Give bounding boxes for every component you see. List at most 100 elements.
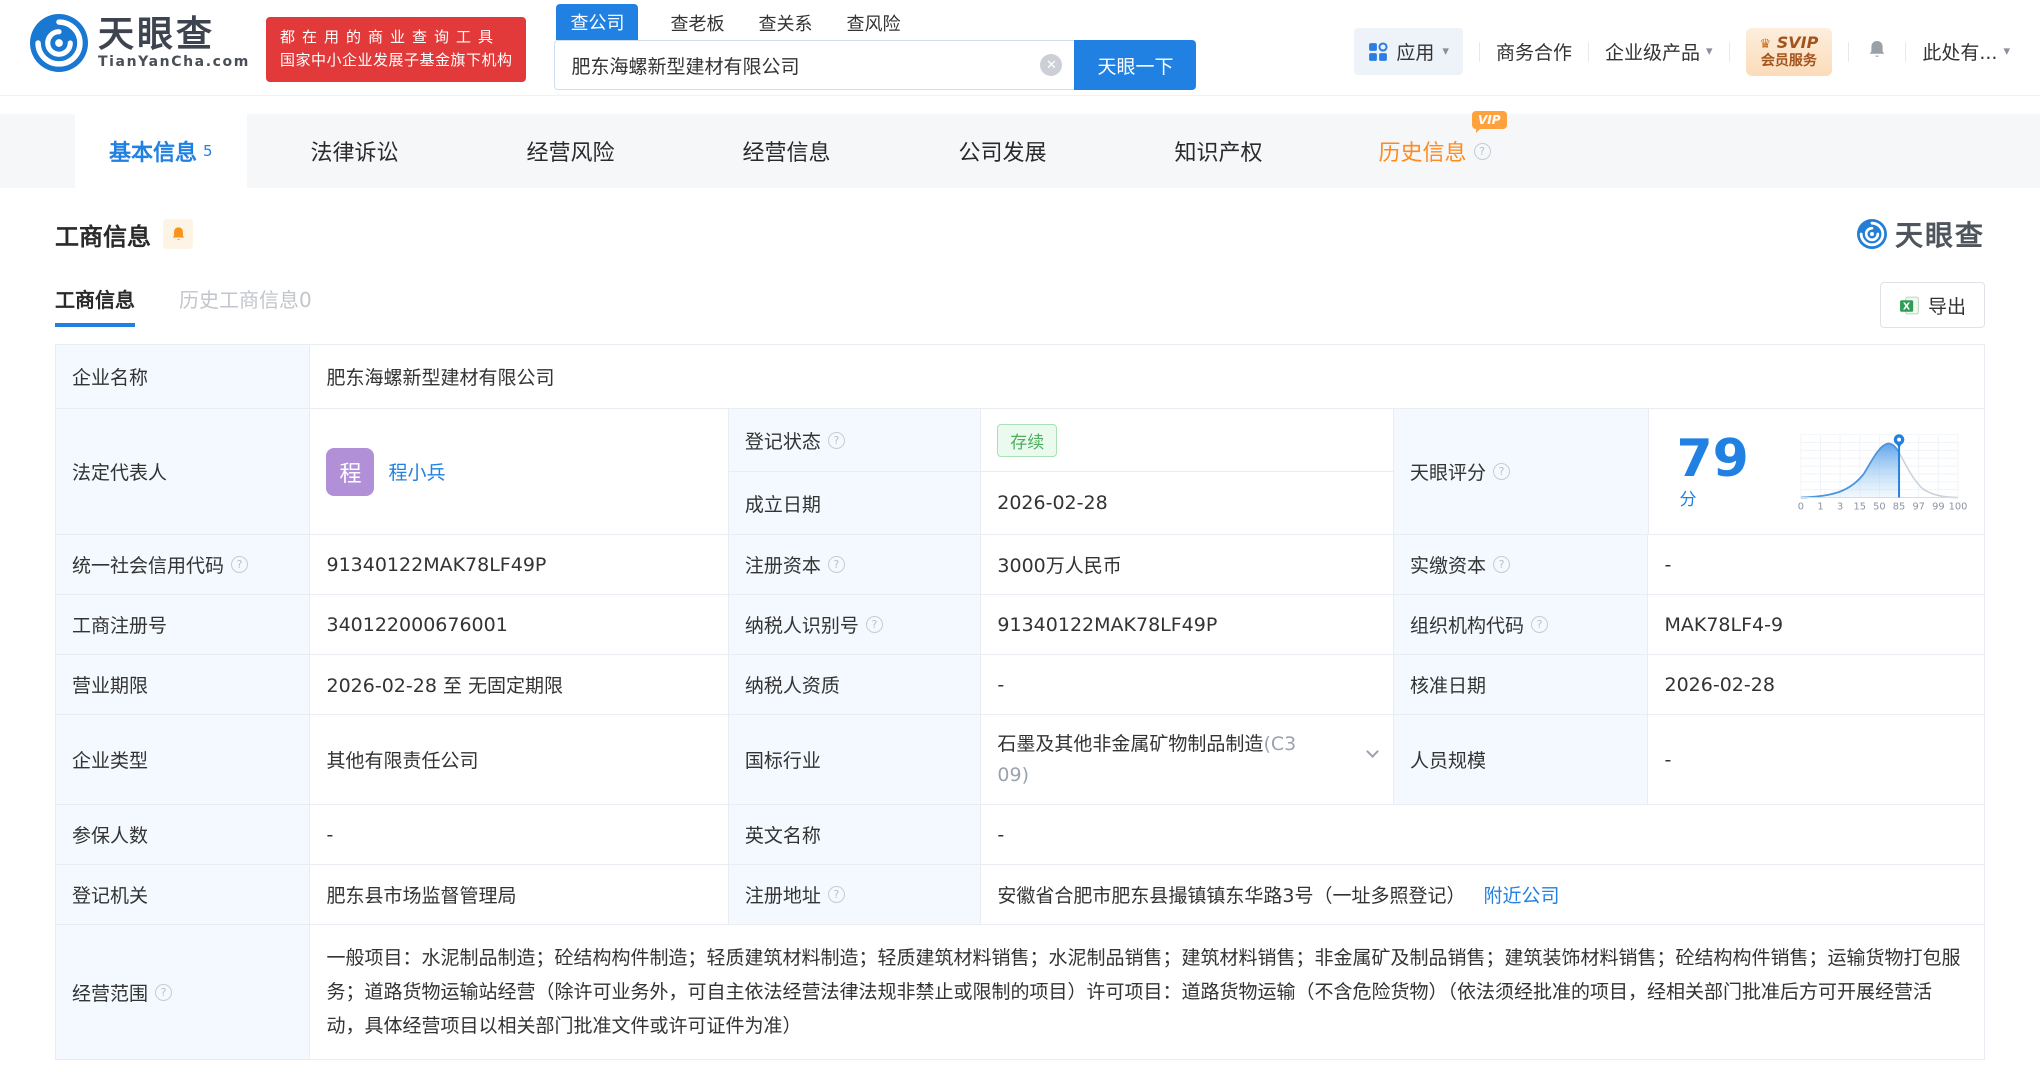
svg-text:X: X [1903, 301, 1911, 312]
legal-rep-avatar[interactable]: 程 [326, 447, 375, 496]
taxpayer-id-label: 纳税人识别号 [744, 615, 859, 637]
help-icon[interactable]: ? [827, 431, 845, 449]
tab-legal-litigation[interactable]: 法律诉讼 [247, 114, 463, 188]
help-icon[interactable]: ? [1473, 142, 1491, 160]
help-icon[interactable]: ? [1531, 616, 1549, 633]
insured-count-value: - [310, 805, 729, 864]
section-title: 工商信息 [55, 222, 151, 251]
reg-capital-value: 3000万人民币 [981, 535, 1394, 594]
excel-icon: X [1900, 296, 1919, 314]
reg-status-label-cell: 登记状态 ? [728, 409, 982, 471]
business-term-label: 营业期限 [56, 655, 311, 714]
reg-authority-label: 登记机关 [56, 865, 311, 924]
legal-rep-link[interactable]: 程小兵 [388, 458, 445, 485]
business-scope-label: 经营范围 [72, 982, 149, 1005]
reg-status-label: 登记状态 [744, 430, 821, 453]
industry-label: 国标行业 [728, 715, 982, 804]
main-content: 工商信息 天眼查 工商信息 历史工商信息0 X 导出 企业名称 肥东海螺新型建材… [0, 188, 2040, 1060]
help-icon[interactable]: ? [865, 616, 883, 633]
search-tab-risk[interactable]: 查风险 [844, 6, 902, 40]
subtab-business-info[interactable]: 工商信息 [55, 284, 135, 327]
enterprise-products-menu[interactable]: 企业级产品 ▾ [1605, 38, 1713, 65]
company-name-label: 企业名称 [56, 345, 311, 408]
help-icon[interactable]: ? [155, 983, 173, 1001]
score-cell: 79分 0 1 3 15 50 85 97 99 100 [1649, 409, 1985, 534]
chevron-down-icon: ▾ [1705, 44, 1713, 60]
table-row: 企业名称 肥东海螺新型建材有限公司 [56, 345, 1984, 409]
table-row: 营业期限 2026-02-28 至 无固定期限 纳税人资质 - 核准日期 202… [56, 655, 1984, 715]
search-button[interactable]: 天眼一下 [1074, 40, 1197, 90]
tab-operation-info[interactable]: 经营信息 [679, 114, 895, 188]
company-type-label: 企业类型 [56, 715, 311, 804]
english-name-value: - [997, 823, 1005, 846]
apps-menu[interactable]: 应用 ▾ [1354, 28, 1463, 76]
tab-company-development[interactable]: 公司发展 [895, 114, 1111, 188]
tab-label: 法律诉讼 [310, 141, 399, 166]
svip-service-label: 会员服务 [1760, 53, 1817, 70]
tab-intellectual-property[interactable]: 知识产权 [1111, 114, 1327, 188]
subtab-history-business-info[interactable]: 历史工商信息0 [179, 284, 312, 327]
divider [1728, 41, 1730, 62]
reg-address-value: 安徽省合肥市肥东县撮镇镇东华路3号（一址多照登记） [997, 885, 1466, 907]
reg-capital-label: 注册资本 [744, 555, 821, 577]
taxpayer-id-label-cell: 纳税人识别号 ? [728, 595, 982, 654]
table-row: 参保人数 - 英文名称 - [56, 805, 1984, 865]
chevron-down-icon: ▾ [2003, 44, 2010, 60]
search-tab-boss[interactable]: 查老板 [668, 6, 726, 40]
est-date-row: 成立日期 2026-02-28 [728, 472, 1393, 534]
reg-status-value-cell: 存续 [981, 409, 1393, 471]
reg-address-label-cell: 注册地址 ? [728, 865, 982, 924]
legal-rep-cell: 程 程小兵 [310, 409, 729, 534]
org-code-label: 组织机构代码 [1410, 615, 1525, 637]
help-icon[interactable]: ? [1493, 463, 1511, 480]
staff-size-label: 人员规模 [1394, 715, 1649, 804]
paid-capital-value: - [1664, 553, 1672, 576]
chevron-down-icon: ▾ [1442, 44, 1449, 60]
tab-basic-info[interactable]: 基本信息 5 [75, 114, 247, 188]
search-tab-company[interactable]: 查公司 [556, 4, 639, 40]
brand-domain: TianYanCha.com [98, 53, 250, 70]
header-right-nav: 应用 ▾ 商务合作 企业级产品 ▾ ♛ SVIP 会员服务 此处有... ▾ [1354, 28, 2010, 76]
biz-coop-link[interactable]: 商务合作 [1496, 38, 1572, 65]
chevron-down-icon[interactable] [1366, 745, 1379, 758]
user-menu[interactable]: 此处有... ▾ [1922, 38, 2010, 65]
logo-swirl-icon [30, 14, 88, 72]
help-icon[interactable]: ? [827, 886, 845, 903]
taxpayer-qual-value: - [981, 655, 1394, 714]
slogan-line1: 都在用的商业查询工具 [279, 28, 500, 46]
table-row: 登记机关 肥东县市场监督管理局 注册地址 ? 安徽省合肥市肥东县撮镇镇东华路3号… [56, 865, 1984, 925]
slogan-badge: 都在用的商业查询工具 国家中小企业发展子基金旗下机构 [265, 17, 527, 82]
nearby-companies-link[interactable]: 附近公司 [1484, 881, 1560, 908]
staff-size-value: - [1664, 748, 1672, 771]
business-scope-value: 一般项目：水泥制品制造；砼结构构件制造；轻质建筑材料制造；轻质建筑材料销售；水泥… [326, 947, 1961, 1037]
tab-operation-risk[interactable]: 经营风险 [463, 114, 679, 188]
svg-text:3: 3 [1837, 501, 1843, 512]
help-icon[interactable]: ? [827, 556, 845, 573]
reg-authority-value: 肥东县市场监督管理局 [310, 865, 729, 924]
monitor-bell-icon[interactable] [163, 219, 193, 249]
tab-history-info[interactable]: 历史信息 VIP ? [1327, 111, 1543, 188]
brand-name: 天眼查 [98, 14, 216, 56]
help-icon[interactable]: ? [231, 556, 249, 573]
search-tab-relation[interactable]: 查关系 [756, 6, 814, 40]
tab-basic-info-count: 5 [203, 142, 213, 160]
export-button[interactable]: X 导出 [1879, 282, 1985, 328]
subtab-history-count: 0 [299, 287, 312, 312]
user-menu-label: 此处有... [1922, 42, 1998, 65]
score-label: 天眼评分 [1410, 462, 1487, 484]
credit-code-value: 91340122MAK78LF49P [310, 535, 729, 594]
company-type-value: 其他有限责任公司 [310, 715, 729, 804]
search-input[interactable] [554, 40, 1075, 90]
reg-address-label: 注册地址 [744, 885, 821, 907]
notification-bell-icon[interactable] [1865, 38, 1889, 66]
svip-member-badge[interactable]: ♛ SVIP 会员服务 [1745, 28, 1833, 76]
slogan-line2: 国家中小企业发展子基金旗下机构 [279, 51, 513, 70]
help-icon[interactable]: ? [1493, 556, 1511, 573]
svg-text:50: 50 [1873, 501, 1886, 512]
tianyancha-logo[interactable]: 天眼查 TianYanCha.com [30, 14, 250, 72]
apps-label: 应用 [1396, 42, 1435, 65]
tab-label: 知识产权 [1174, 141, 1263, 166]
score-distribution-chart: 0 1 3 15 50 85 97 99 100 [1798, 433, 1968, 512]
insured-count-label: 参保人数 [56, 805, 311, 864]
paid-capital-label: 实缴资本 [1410, 555, 1487, 577]
